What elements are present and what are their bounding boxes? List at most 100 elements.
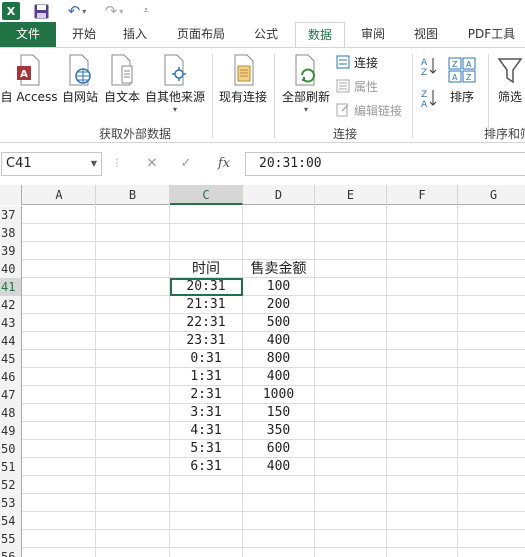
cell-a48[interactable]: [23, 404, 96, 422]
cell-a46[interactable]: [23, 368, 96, 386]
row-header[interactable]: 44: [0, 332, 22, 350]
cell-b51[interactable]: [96, 458, 170, 476]
cell-b48[interactable]: [96, 404, 170, 422]
cell-g50[interactable]: [458, 440, 525, 458]
cell-d51[interactable]: 400: [243, 458, 315, 476]
row-header[interactable]: 56: [0, 548, 22, 557]
column-header-b[interactable]: B: [96, 185, 170, 205]
cell-f47[interactable]: [387, 386, 458, 404]
cell-f49[interactable]: [387, 422, 458, 440]
cell-f43[interactable]: [387, 314, 458, 332]
cell-d52[interactable]: [243, 476, 315, 494]
cell-g55[interactable]: [458, 530, 525, 548]
cell-c39[interactable]: [170, 242, 243, 260]
cell-a43[interactable]: [23, 314, 96, 332]
cell-e41[interactable]: [315, 278, 387, 296]
cell-d38[interactable]: [243, 224, 315, 242]
cell-c47[interactable]: 2:31: [170, 386, 243, 404]
cell-f37[interactable]: [387, 206, 458, 224]
insert-function-icon[interactable]: fx: [210, 154, 238, 174]
redo-icon[interactable]: ↷ ▾: [101, 2, 127, 20]
row-header[interactable]: 55: [0, 530, 22, 548]
cell-b53[interactable]: [96, 494, 170, 512]
cell-g38[interactable]: [458, 224, 525, 242]
column-header-g[interactable]: G: [458, 185, 525, 205]
cell-d55[interactable]: [243, 530, 315, 548]
cell-e44[interactable]: [315, 332, 387, 350]
cell-e38[interactable]: [315, 224, 387, 242]
cell-d43[interactable]: 500: [243, 314, 315, 332]
row-header[interactable]: 49: [0, 422, 22, 440]
cell-b38[interactable]: [96, 224, 170, 242]
existing-connections-button[interactable]: 现有连接: [216, 54, 270, 106]
cell-g47[interactable]: [458, 386, 525, 404]
worksheet-grid[interactable]: A B C D E F G 37 38 39 40 时间 售卖金额 41 20:31 100 42…: [0, 185, 525, 557]
cell-f45[interactable]: [387, 350, 458, 368]
tab-review[interactable]: 审阅: [351, 22, 395, 47]
cell-a38[interactable]: [23, 224, 96, 242]
cell-c51[interactable]: 6:31: [170, 458, 243, 476]
cell-c43[interactable]: 22:31: [170, 314, 243, 332]
cell-g43[interactable]: [458, 314, 525, 332]
cell-e42[interactable]: [315, 296, 387, 314]
cell-b45[interactable]: [96, 350, 170, 368]
cell-a40[interactable]: [23, 260, 96, 278]
cell-c55[interactable]: [170, 530, 243, 548]
from-text-button[interactable]: 自文本: [102, 54, 142, 106]
cell-f39[interactable]: [387, 242, 458, 260]
row-header[interactable]: 38: [0, 224, 22, 242]
from-web-button[interactable]: 自网站: [60, 54, 100, 106]
cell-a41[interactable]: [23, 278, 96, 296]
cell-a47[interactable]: [23, 386, 96, 404]
cell-a42[interactable]: [23, 296, 96, 314]
row-header[interactable]: 54: [0, 512, 22, 530]
cell-f51[interactable]: [387, 458, 458, 476]
cell-b55[interactable]: [96, 530, 170, 548]
cell-a49[interactable]: [23, 422, 96, 440]
cell-c56[interactable]: [170, 548, 243, 557]
cell-e51[interactable]: [315, 458, 387, 476]
cell-d37[interactable]: [243, 206, 315, 224]
row-header[interactable]: 45: [0, 350, 22, 368]
cell-f52[interactable]: [387, 476, 458, 494]
from-other-sources-button[interactable]: 自其他来源 ▾: [144, 54, 206, 114]
cell-c46[interactable]: 1:31: [170, 368, 243, 386]
chevron-down-icon[interactable]: ▼: [91, 153, 97, 175]
cell-f46[interactable]: [387, 368, 458, 386]
cell-c45[interactable]: 0:31: [170, 350, 243, 368]
cell-f55[interactable]: [387, 530, 458, 548]
sort-ascending-button[interactable]: AZ: [420, 56, 438, 77]
cell-e56[interactable]: [315, 548, 387, 557]
cell-a39[interactable]: [23, 242, 96, 260]
row-header[interactable]: 50: [0, 440, 22, 458]
cell-g44[interactable]: [458, 332, 525, 350]
cell-f42[interactable]: [387, 296, 458, 314]
cell-b54[interactable]: [96, 512, 170, 530]
row-header[interactable]: 42: [0, 296, 22, 314]
cell-e48[interactable]: [315, 404, 387, 422]
tab-formulas[interactable]: 公式: [244, 22, 288, 47]
cell-c44[interactable]: 23:31: [170, 332, 243, 350]
cell-e47[interactable]: [315, 386, 387, 404]
row-header[interactable]: 47: [0, 386, 22, 404]
row-header[interactable]: 51: [0, 458, 22, 476]
cell-d49[interactable]: 350: [243, 422, 315, 440]
excel-app-icon[interactable]: X: [2, 2, 20, 20]
cell-c41[interactable]: 20:31: [170, 278, 243, 296]
cell-b52[interactable]: [96, 476, 170, 494]
cell-g46[interactable]: [458, 368, 525, 386]
tab-file[interactable]: 文件: [0, 22, 56, 47]
cell-f53[interactable]: [387, 494, 458, 512]
refresh-all-button[interactable]: 全部刷新 ▾: [278, 54, 334, 114]
properties-button[interactable]: 属性: [336, 76, 378, 96]
column-header-c[interactable]: C: [170, 185, 243, 205]
row-header[interactable]: 48: [0, 404, 22, 422]
cancel-icon[interactable]: ✕: [138, 154, 166, 174]
cell-c50[interactable]: 5:31: [170, 440, 243, 458]
cell-e54[interactable]: [315, 512, 387, 530]
cell-d53[interactable]: [243, 494, 315, 512]
cell-b47[interactable]: [96, 386, 170, 404]
cell-g45[interactable]: [458, 350, 525, 368]
sort-descending-button[interactable]: ZA: [420, 88, 438, 109]
cell-d47[interactable]: 1000: [243, 386, 315, 404]
